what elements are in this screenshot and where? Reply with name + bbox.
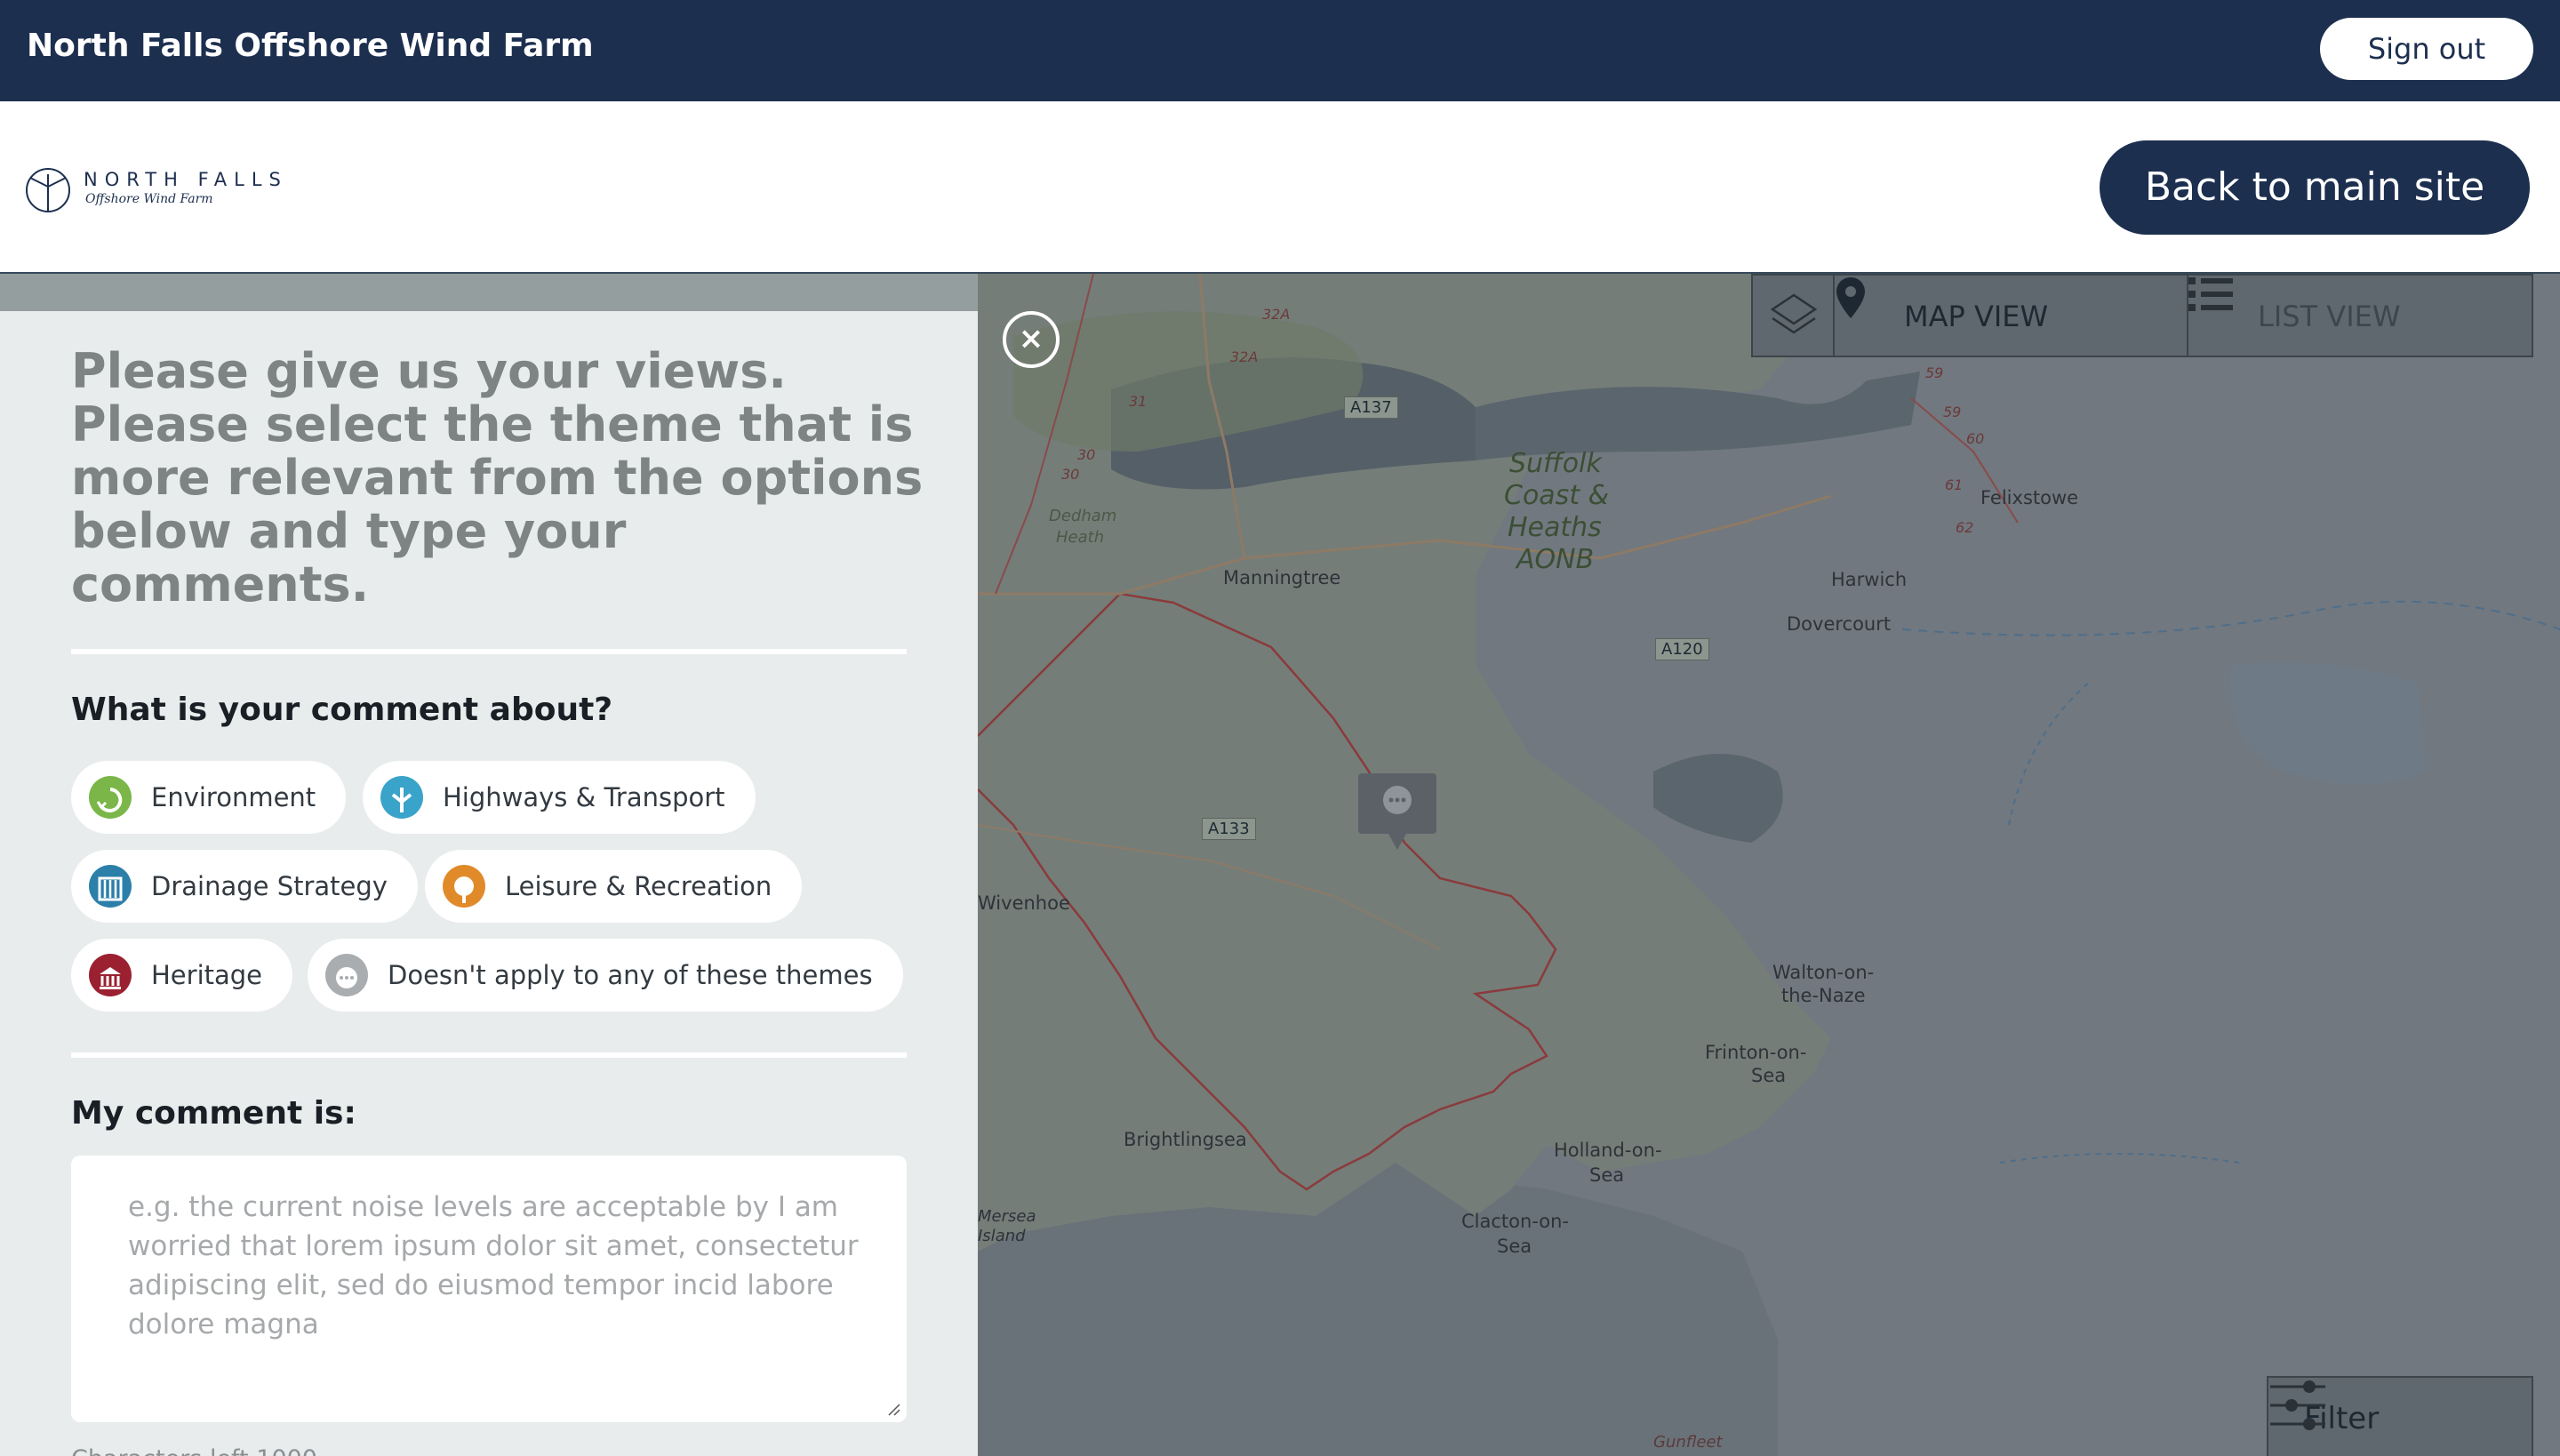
theme-chip-highways-transport[interactable]: Highways & Transport	[363, 761, 756, 834]
map-place-label: Walton-on-	[1772, 962, 1875, 983]
layers-button[interactable]	[1753, 276, 1835, 357]
theme-chip-drainage-strategy[interactable]: Drainage Strategy	[71, 850, 418, 923]
theme-label: Heritage	[151, 960, 263, 990]
comment-placeholder: e.g. the current noise levels are accept…	[128, 1191, 859, 1340]
road-number-label: 32A	[1230, 348, 1259, 365]
north-falls-logo[interactable]: NORTH FALLS Offshore Wind Farm	[25, 164, 327, 217]
divider	[71, 1052, 907, 1058]
tree-icon	[443, 865, 485, 908]
map-canvas[interactable]: Suffolk Coast & Heaths AONB Manningtree …	[978, 274, 2560, 1456]
road-number-label: 61	[1945, 476, 1964, 493]
comment-panel: Please give us your views. Please select…	[0, 274, 978, 1456]
map-place-label: Manningtree	[1223, 567, 1341, 588]
theme-chip-leisure-recreation[interactable]: Leisure & Recreation	[425, 850, 803, 923]
map-place-label: Felixstowe	[1980, 487, 2079, 508]
panel-heading: Please give us your views. Please select…	[71, 343, 924, 612]
map-place-label: Harwich	[1831, 569, 1908, 590]
map-place-label: Heaths	[1508, 512, 1602, 543]
road-number-label: 59	[1943, 404, 1962, 420]
road-label: A120	[1655, 638, 1709, 660]
theme-label: Doesn't apply to any of these themes	[388, 960, 873, 990]
drainage-icon	[89, 865, 132, 908]
theme-chip-heritage[interactable]: Heritage	[71, 939, 293, 1012]
theme-label: Leisure & Recreation	[505, 871, 772, 901]
top-bar: North Falls Offshore Wind Farm Sign out	[0, 0, 2560, 101]
comment-textarea[interactable]: e.g. the current noise levels are accept…	[71, 1156, 907, 1422]
characters-left: Characters left 1000	[71, 1445, 317, 1456]
road-number-label: 59	[1925, 364, 1944, 381]
theme-chip-environment[interactable]: Environment	[71, 761, 347, 834]
sliders-icon	[2270, 1380, 2325, 1430]
resize-handle-icon[interactable]	[885, 1401, 901, 1417]
filter-button[interactable]: Filter	[2267, 1376, 2533, 1456]
comment-label: My comment is:	[71, 1095, 356, 1132]
chat-icon	[325, 954, 368, 996]
logo-tagline: Offshore Wind Farm	[85, 192, 213, 206]
map-place-label: Island	[978, 1227, 1026, 1245]
map-view-tab[interactable]: MAP VIEW	[1835, 276, 2188, 357]
transport-icon	[380, 776, 423, 819]
view-toggle: MAP VIEW LIST VIEW	[1751, 274, 2533, 357]
turbine-logo-icon	[26, 168, 70, 212]
road-number-label: 32A	[1262, 306, 1291, 323]
map-tiles	[978, 274, 2560, 1456]
map-place-label: Heath	[1056, 528, 1105, 547]
map-pin-icon	[1836, 277, 1865, 318]
map-place-label: Brightlingsea	[1124, 1129, 1247, 1150]
map-place-label: the-Naze	[1781, 985, 1866, 1006]
list-icon	[2188, 277, 2233, 311]
list-view-label: LIST VIEW	[2258, 300, 2401, 333]
theme-chip-other[interactable]: Doesn't apply to any of these themes	[308, 939, 903, 1012]
road-number-label: 62	[1956, 519, 1974, 536]
heritage-icon	[89, 954, 132, 996]
map-place-label: Dovercourt	[1787, 613, 1892, 635]
map-place-label: Sea	[1497, 1236, 1532, 1257]
logo-brand: NORTH FALLS	[84, 169, 288, 190]
recycle-icon	[89, 776, 132, 819]
list-view-tab[interactable]: LIST VIEW	[2188, 276, 2532, 357]
panel-top-strip	[0, 274, 978, 311]
map-place-label: Clacton-on-	[1461, 1211, 1570, 1232]
map-place-label: Holland-on-	[1554, 1140, 1662, 1161]
sign-out-button[interactable]: Sign out	[2320, 18, 2533, 80]
map-place-label: AONB	[1516, 544, 1595, 575]
site-title: North Falls Offshore Wind Farm	[27, 28, 594, 64]
road-number-label: 30	[1061, 466, 1080, 483]
road-number-label: 30	[1077, 446, 1096, 463]
map-place-label: Sea	[1751, 1065, 1787, 1086]
road-label: A137	[1344, 396, 1398, 419]
map-place-label: Suffolk	[1509, 448, 1602, 479]
map-place-label: Dedham	[1049, 507, 1117, 525]
map-place-label: Mersea	[978, 1207, 1036, 1226]
map-place-label: Gunfleet	[1653, 1433, 1723, 1452]
back-to-main-site-button[interactable]: Back to main site	[2100, 140, 2530, 235]
theme-label: Environment	[151, 782, 316, 812]
theme-label: Highways & Transport	[443, 782, 725, 812]
close-panel-button[interactable]: ×	[1003, 311, 1060, 368]
road-label: A133	[1202, 818, 1256, 840]
layers-icon	[1770, 293, 1818, 334]
map-place-label: Coast &	[1504, 480, 1610, 511]
map-place-label: Sea	[1589, 1164, 1625, 1186]
map-place-label: Frinton-on-	[1705, 1042, 1807, 1063]
theme-label: Drainage Strategy	[151, 871, 388, 901]
divider	[71, 649, 907, 654]
map-view-label: MAP VIEW	[1904, 300, 2049, 333]
road-number-label: 60	[1966, 430, 1985, 447]
theme-question: What is your comment about?	[71, 692, 613, 728]
map-place-label: Wivenhoe	[978, 892, 1070, 914]
road-number-label: 31	[1129, 393, 1148, 410]
